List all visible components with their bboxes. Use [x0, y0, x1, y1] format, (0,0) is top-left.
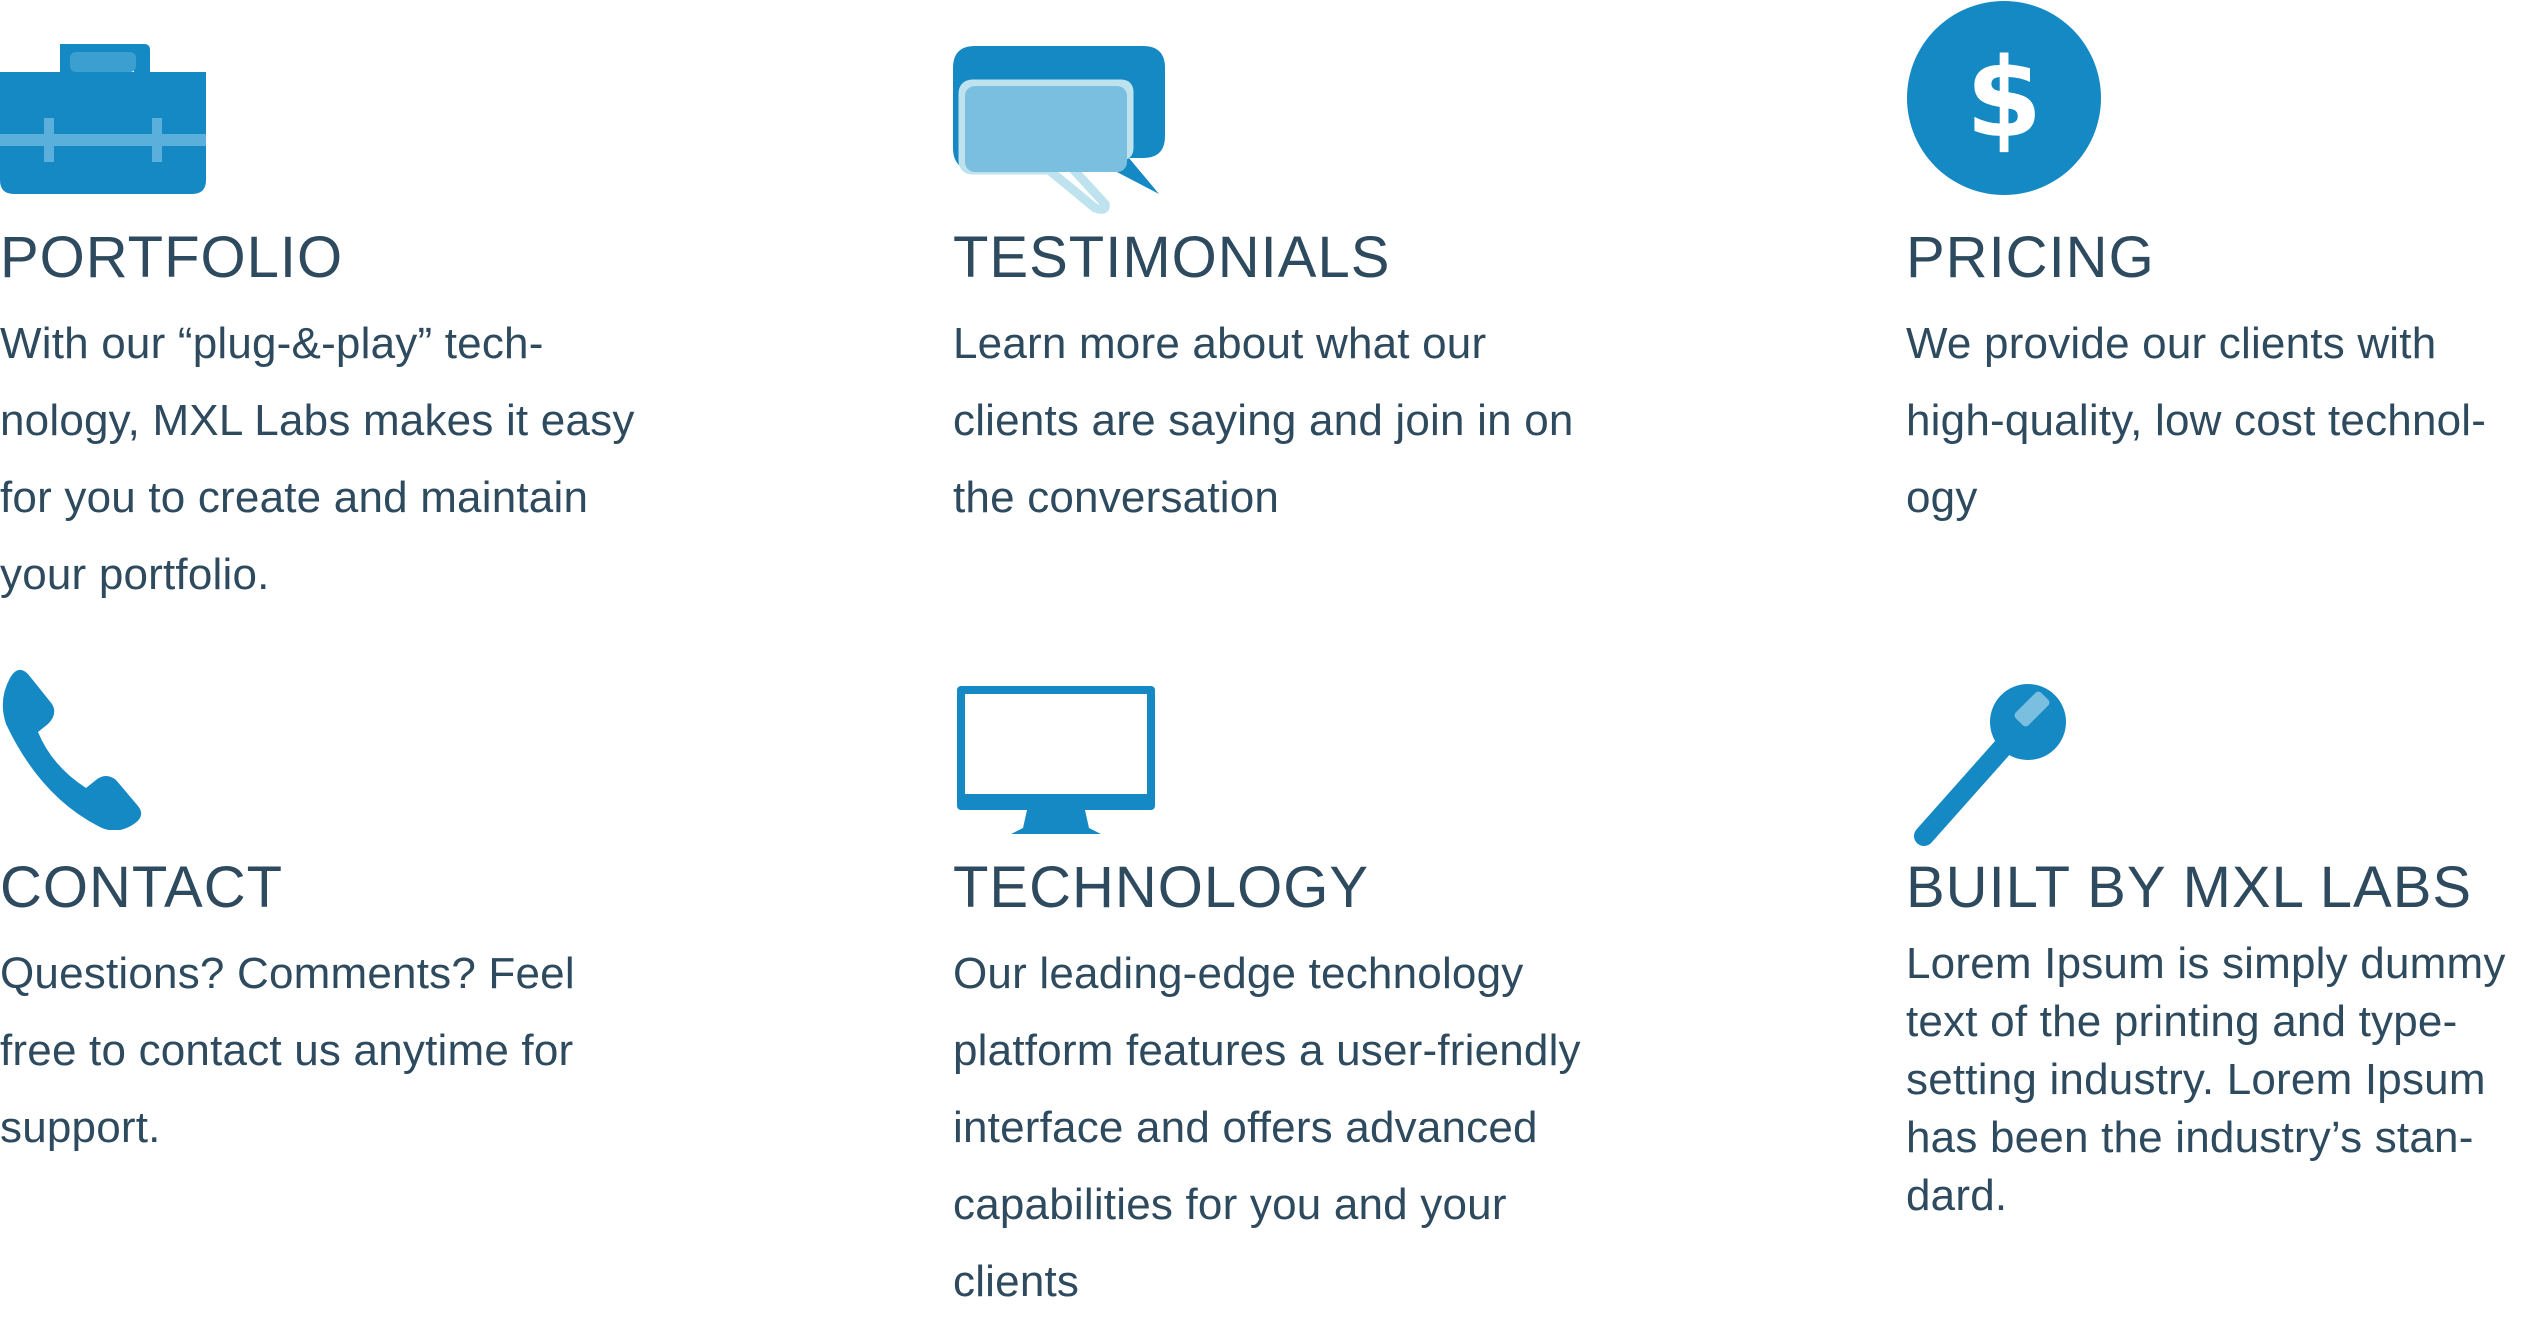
briefcase-icon — [0, 0, 210, 200]
description-line: dard. — [1906, 1171, 2008, 1220]
speech-bubbles-icon — [953, 0, 1183, 220]
description-line: Learn more about what our — [953, 319, 1487, 368]
description-line: setting industry. Lorem Ipsum — [1906, 1055, 2486, 1104]
feature-pricing: $ PRICING We provide our clients with hi… — [1906, 0, 2523, 620]
description-line: free to contact us anytime for — [0, 1026, 574, 1075]
feature-description: We provide our clients with high-quality… — [1906, 305, 2486, 536]
description-line: We provide our clients with — [1906, 319, 2437, 368]
feature-title: BUILT BY MXL LABS — [1906, 855, 2473, 920]
feature-testimonials: TESTIMONIALS Learn more about what our c… — [953, 0, 1573, 620]
feature-technology: TECHNOLOGY Our leading-edge technology p… — [953, 660, 1581, 1306]
feature-contact: CONTACT Questions? Comments? Feel free t… — [0, 660, 620, 1300]
description-line: clients — [953, 1257, 1080, 1306]
feature-portfolio: PORTFOLIO With our “plug-&-play” tech- n… — [0, 0, 634, 620]
description-line: capabilities for you and your — [953, 1180, 1507, 1229]
description-line: has been the industry’s stan- — [1906, 1113, 2474, 1162]
dollar-coin-icon: $ — [1906, 0, 2106, 200]
description-line: platform features a user-friendly — [953, 1026, 1581, 1075]
wrench-tool-icon — [1906, 660, 2086, 850]
description-line: With our “plug-&-play” tech- — [0, 319, 544, 368]
description-line: Lorem Ipsum is simply dummy — [1906, 939, 2506, 988]
description-line: high-quality, low cost technol- — [1906, 396, 2487, 445]
feature-title: PRICING — [1906, 225, 2155, 290]
description-line: support. — [0, 1103, 161, 1152]
feature-description: With our “plug-&-play” tech- nology, MXL… — [0, 305, 635, 613]
feature-description: Our leading-edge technology platform fea… — [953, 935, 1581, 1320]
feature-description: Learn more about what our clients are sa… — [953, 305, 1574, 536]
description-line: Questions? Comments? Feel — [0, 949, 575, 998]
description-line: Our leading-edge technology — [953, 949, 1524, 998]
description-line: text of the printing and type- — [1906, 997, 2458, 1046]
feature-built-by-mxl-labs: BUILT BY MXL LABS Lorem Ipsum is simply … — [1906, 660, 2523, 1300]
desktop-monitor-icon — [953, 660, 1163, 840]
feature-title: TECHNOLOGY — [953, 855, 1370, 920]
feature-title: TESTIMONIALS — [953, 225, 1391, 290]
description-line: for you to create and maintain — [0, 473, 589, 522]
description-line: ogy — [1906, 473, 1978, 522]
feature-description: Questions? Comments? Feel free to contac… — [0, 935, 575, 1166]
feature-title: PORTFOLIO — [0, 225, 344, 290]
feature-title: CONTACT — [0, 855, 284, 920]
description-line: the conversation — [953, 473, 1280, 522]
svg-text:$: $ — [1966, 34, 2043, 162]
phone-handset-icon — [0, 660, 150, 830]
description-line: clients are saying and join in on — [953, 396, 1574, 445]
description-line: interface and offers advanced — [953, 1103, 1538, 1152]
description-line: your portfolio. — [0, 550, 270, 599]
description-line: nology, MXL Labs makes it easy — [0, 396, 635, 445]
feature-description: Lorem Ipsum is simply dummy text of the … — [1906, 935, 2506, 1225]
